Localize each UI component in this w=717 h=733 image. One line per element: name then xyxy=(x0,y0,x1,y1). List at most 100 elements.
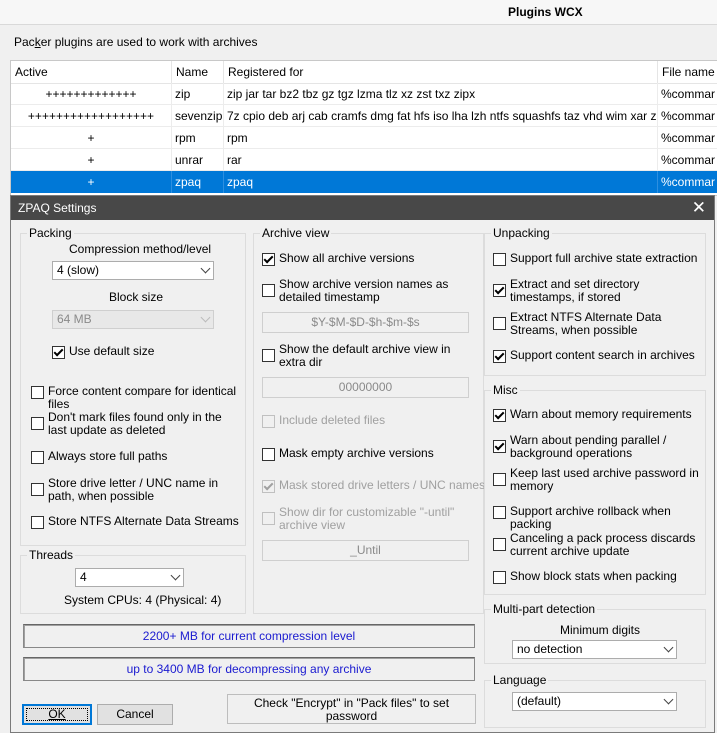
packing-legend: Packing xyxy=(29,226,72,240)
checkbox-label: Warn about memory requirements xyxy=(510,407,692,421)
checkbox-unchecked-icon xyxy=(493,571,506,584)
mask-drive-checkbox[interactable]: Mask stored drive letters / UNC names xyxy=(262,479,485,493)
rollback-checkbox[interactable]: Support archive rollback when packing xyxy=(493,505,714,531)
block-stats-checkbox[interactable]: Show block stats when packing xyxy=(493,570,677,584)
cell-registered: zpaq xyxy=(224,171,658,193)
memory-warn-checkbox[interactable]: Warn about memory requirements xyxy=(493,408,692,422)
version-names-checkbox[interactable]: Show archive version names as detailed t… xyxy=(262,278,477,304)
cell-name: sevenzip xyxy=(172,105,224,127)
dialog-titlebar: ZPAQ Settings ✕ xyxy=(11,196,714,220)
dont-mark-deleted-checkbox[interactable]: Don't mark files found only in the last … xyxy=(31,411,243,437)
checkbox-unchecked-icon xyxy=(31,386,44,399)
show-dir-until-checkbox[interactable]: Show dir for customizable "-until" archi… xyxy=(262,506,477,532)
window-title: Plugins WCX xyxy=(508,5,583,19)
full-state-checkbox[interactable]: Support full archive state extraction xyxy=(493,252,697,266)
checkbox-label: Mask empty archive versions xyxy=(279,446,434,460)
checkbox-checked-icon xyxy=(493,350,506,363)
checkbox-unchecked-icon xyxy=(262,349,275,362)
checkbox-unchecked-icon xyxy=(262,284,275,297)
cell-active: + xyxy=(11,127,172,149)
table-row[interactable]: ++++++++++++++++++ sevenzip 7z cpio deb … xyxy=(11,105,717,127)
decompression-memory-info: up to 3400 MB for decompressing any arch… xyxy=(23,657,475,681)
checkbox-label: Extract NTFS Alternate Data Streams, whe… xyxy=(510,310,662,337)
ntfs-extract-checkbox[interactable]: Extract NTFS Alternate Data Streams, whe… xyxy=(493,311,703,337)
checkbox-checked-icon xyxy=(493,409,506,422)
window-titlebar: Plugins WCX xyxy=(0,0,717,25)
ok-button[interactable]: OK xyxy=(22,704,92,725)
checkbox-unchecked-icon xyxy=(493,473,506,486)
plugin-list[interactable]: Active Name Registered for File name +++… xyxy=(10,60,717,196)
cell-active: + xyxy=(11,149,172,171)
checkbox-label: Support archive rollback when packing xyxy=(510,504,671,531)
checkbox-checked-icon xyxy=(52,346,65,359)
dir-timestamps-checkbox[interactable]: Extract and set directory timestamps, if… xyxy=(493,278,703,304)
checkbox-unchecked-icon xyxy=(31,483,44,496)
drive-letter-checkbox[interactable]: Store drive letter / UNC name in path, w… xyxy=(31,477,243,503)
cell-registered: zip jar tar bz2 tbz gz tgz lzma tlz xz z… xyxy=(224,83,658,105)
checkbox-label: Show all archive versions xyxy=(279,251,415,265)
table-row[interactable]: + unrar rar %commar xyxy=(11,149,717,171)
compression-memory-info: 2200+ MB for current compression level xyxy=(23,624,475,648)
ntfs-streams-checkbox[interactable]: Store NTFS Alternate Data Streams xyxy=(31,515,239,529)
use-default-size-checkbox[interactable]: Use default size xyxy=(52,345,154,359)
close-icon[interactable]: ✕ xyxy=(692,198,706,217)
zpaq-settings-dialog: ZPAQ Settings ✕ Packing Compression meth… xyxy=(10,195,715,733)
all-versions-checkbox[interactable]: Show all archive versions xyxy=(262,252,414,266)
checkbox-checked-icon xyxy=(262,480,275,493)
archive-view-legend: Archive view xyxy=(262,226,330,240)
col-header-active[interactable]: Active xyxy=(11,61,172,83)
checkbox-unchecked-icon xyxy=(493,538,506,551)
force-compare-checkbox[interactable]: Force content compare for identical file… xyxy=(31,385,243,411)
block-size-value: 64 MB xyxy=(57,312,92,326)
col-header-registered[interactable]: Registered for xyxy=(224,61,658,83)
cell-file: %commar xyxy=(661,87,716,101)
chevron-down-icon xyxy=(663,642,674,653)
checkbox-label: Mask stored drive letters / UNC names xyxy=(279,478,486,492)
pending-warn-checkbox[interactable]: Warn about pending parallel / background… xyxy=(493,434,703,460)
col-header-file[interactable]: File name xyxy=(658,61,717,83)
col-header-name[interactable]: Name xyxy=(172,61,224,83)
threads-value: 4 xyxy=(80,570,87,584)
compression-method-label: Compression method/level xyxy=(69,242,212,256)
cell-active: +++++++++++++ xyxy=(11,83,172,105)
minimum-digits-select[interactable]: no detection xyxy=(512,640,677,659)
threads-select[interactable]: 4 xyxy=(75,568,184,587)
language-select[interactable]: (default) xyxy=(512,692,677,711)
chevron-down-icon xyxy=(200,263,211,274)
checkbox-label: Include deleted files xyxy=(279,413,386,427)
content-search-checkbox[interactable]: Support content search in archives xyxy=(493,349,695,363)
desc-part: er plugins are used to work with archive… xyxy=(40,35,258,49)
compression-method-value: 4 (slow) xyxy=(57,263,100,277)
timestamp-format-input[interactable]: $Y-$M-$D-$h-$m-$s xyxy=(262,312,469,333)
plugin-list-header: Active Name Registered for File name xyxy=(11,61,717,84)
cell-file: %commar xyxy=(658,171,717,193)
cell-registered: rpm xyxy=(224,127,658,149)
cell-name: zip xyxy=(172,83,224,105)
mask-empty-checkbox[interactable]: Mask empty archive versions xyxy=(262,447,434,461)
checkbox-label: Show the default archive view in extra d… xyxy=(279,342,451,369)
table-row[interactable]: + rpm rpm %commar xyxy=(11,127,717,149)
table-row-selected[interactable]: + zpaq zpaq %commar xyxy=(11,171,717,193)
checkbox-label: Canceling a pack process discards curren… xyxy=(510,531,696,558)
until-input[interactable]: _Until xyxy=(262,540,469,561)
checkbox-unchecked-icon xyxy=(262,415,275,428)
cell-active: + xyxy=(11,171,172,193)
checkbox-unchecked-icon xyxy=(493,317,506,330)
keep-password-checkbox[interactable]: Keep last used archive password in memor… xyxy=(493,467,703,493)
cancel-discard-checkbox[interactable]: Canceling a pack process discards curren… xyxy=(493,532,703,558)
compression-method-select[interactable]: 4 (slow) xyxy=(52,261,214,280)
threads-legend: Threads xyxy=(29,548,74,562)
full-paths-checkbox[interactable]: Always store full paths xyxy=(31,450,167,464)
checkbox-unchecked-icon xyxy=(262,448,275,461)
minimum-digits-label: Minimum digits xyxy=(560,623,641,637)
default-view-checkbox[interactable]: Show the default archive view in extra d… xyxy=(262,343,477,369)
cancel-button[interactable]: Cancel xyxy=(97,704,173,725)
include-deleted-checkbox[interactable]: Include deleted files xyxy=(262,414,385,428)
checkbox-label: Don't mark files found only in the last … xyxy=(48,410,222,437)
cell-registered: rar xyxy=(224,149,658,171)
block-size-select[interactable]: 64 MB xyxy=(52,310,214,329)
block-size-label: Block size xyxy=(109,290,164,304)
hex-value-input[interactable]: 00000000 xyxy=(262,377,469,398)
checkbox-label: Extract and set directory timestamps, if… xyxy=(510,277,640,304)
table-row[interactable]: +++++++++++++ zip zip jar tar bz2 tbz gz… xyxy=(11,83,717,105)
